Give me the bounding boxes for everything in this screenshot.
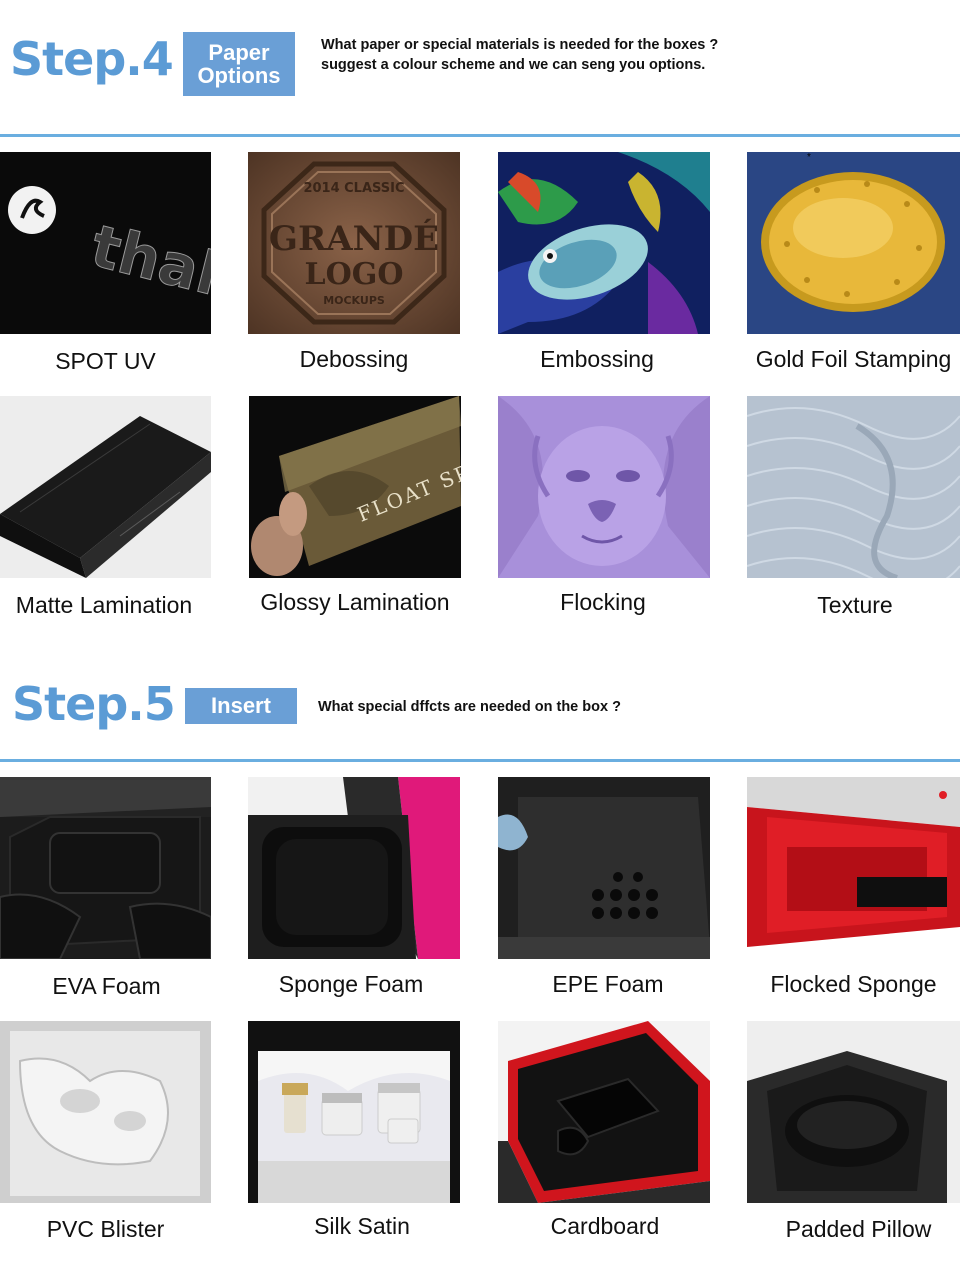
texture-image	[747, 396, 960, 578]
thalia-text: thali	[85, 212, 211, 314]
step5-description: What special dffcts are needed on the bo…	[318, 699, 621, 715]
deboss-line1-text: GRANDÉ	[269, 218, 439, 259]
spot-uv-image: thali	[0, 152, 211, 334]
caption-texture: Texture	[817, 592, 893, 618]
eva-foam-image	[0, 777, 211, 959]
step4-badge: Paper Options	[183, 32, 295, 96]
caption-epe-foam: EPE Foam	[552, 971, 664, 997]
caption-pvc-blister: PVC Blister	[46, 1216, 165, 1242]
caption-silk-satin: Silk Satin	[314, 1213, 410, 1239]
svg-text:*: *	[807, 152, 811, 163]
step5-divider	[0, 759, 960, 762]
caption-spot-uv: SPOT UV	[55, 348, 156, 374]
padded-pillow-image	[747, 1021, 960, 1203]
step4-description: What paper or special materials is neede…	[321, 37, 719, 73]
step5-title: Step.5	[12, 677, 176, 731]
caption-glossy-lamination: Glossy Lamination	[260, 589, 450, 615]
caption-eva-foam: EVA Foam	[52, 973, 161, 999]
caption-gold-foil: Gold Foil Stamping	[755, 346, 952, 372]
deboss-bottom-text: MOCKUPS	[323, 294, 385, 307]
caption-flocking: Flocking	[560, 589, 646, 615]
debossing-image: 2014 CLASSIC GRANDÉ LOGO MOCKUPS	[248, 152, 460, 334]
glossy-lamination-image: FLOAT SPA	[249, 396, 461, 578]
deboss-top-text: 2014 CLASSIC	[303, 181, 404, 196]
caption-padded-pillow: Padded Pillow	[785, 1216, 932, 1242]
deboss-line2-text: LOGO	[305, 257, 404, 292]
caption-debossing: Debossing	[299, 346, 409, 372]
step4-badge-line1: Paper	[208, 39, 270, 65]
embossing-image	[498, 152, 710, 334]
caption-matte-lamination: Matte Lamination	[15, 592, 193, 618]
silk-satin-image	[248, 1021, 460, 1203]
caption-sponge-foam: Sponge Foam	[278, 971, 424, 997]
pvc-blister-image	[0, 1021, 211, 1203]
step4-divider	[0, 134, 960, 137]
sponge-foam-image	[248, 777, 460, 959]
step4-badge-line2: Options	[197, 63, 281, 88]
epe-foam-image	[498, 777, 710, 959]
matte-lamination-image	[0, 396, 211, 578]
caption-embossing: Embossing	[540, 346, 654, 372]
flocking-image	[498, 396, 710, 578]
cardboard-image	[498, 1021, 710, 1203]
gold-foil-image: *	[747, 152, 960, 334]
caption-cardboard: Cardboard	[550, 1213, 660, 1239]
caption-flocked-sponge: Flocked Sponge	[770, 971, 937, 997]
step4-title: Step.4	[10, 32, 174, 86]
step5-badge: Insert	[185, 688, 297, 724]
flocked-sponge-image	[747, 777, 960, 959]
